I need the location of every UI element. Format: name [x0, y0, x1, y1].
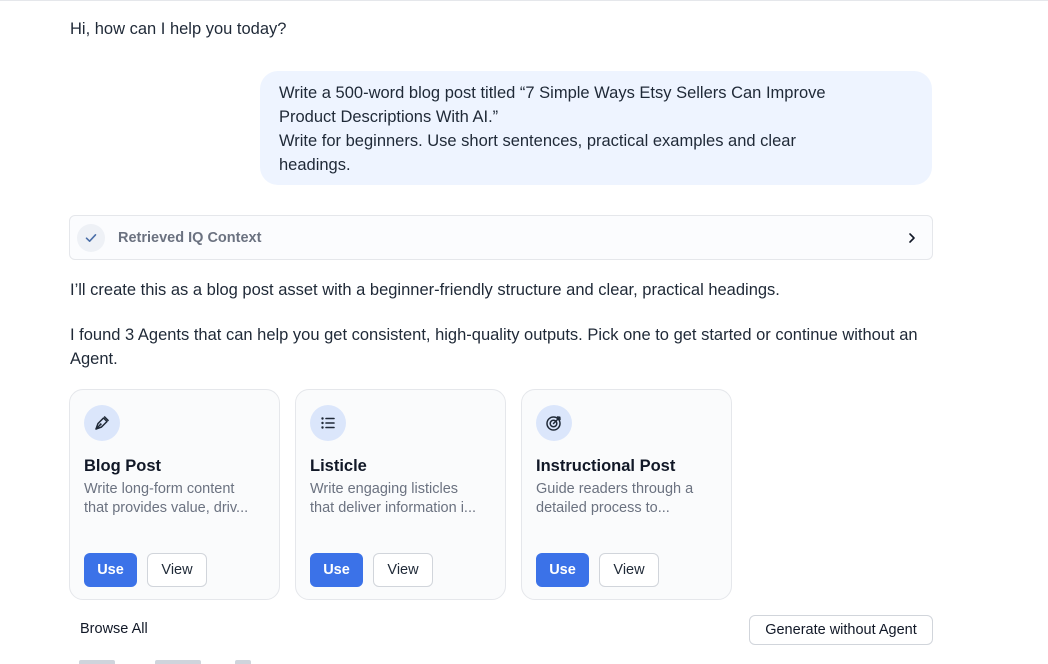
agent-title: Blog Post [84, 457, 161, 475]
retrieved-context-panel[interactable]: Retrieved IQ Context [69, 215, 933, 260]
user-message-line: Product Descriptions With AI.” [279, 108, 499, 126]
agent-card-blog-post: Blog Post Write long-form content that p… [69, 389, 280, 600]
assistant-agents-text: I found 3 Agents that can help you get c… [70, 326, 918, 368]
pen-nib-icon [84, 405, 120, 441]
view-agent-button[interactable]: View [147, 553, 207, 587]
agent-title: Listicle [310, 457, 367, 475]
use-agent-button[interactable]: Use [84, 553, 137, 587]
browse-all-link[interactable]: Browse All [80, 621, 148, 637]
view-agent-button[interactable]: View [599, 553, 659, 587]
user-message-line: headings. [279, 156, 351, 174]
agent-card-listicle: Listicle Write engaging listicles that d… [295, 389, 506, 600]
assistant-greeting: Hi, how can I help you today? [70, 20, 287, 38]
partially-visible-controls [79, 660, 279, 664]
agent-description-line: Write engaging listicles [310, 481, 459, 497]
user-message-line: Write for beginners. Use short sentences… [279, 132, 796, 150]
agent-title: Instructional Post [536, 457, 676, 475]
retrieved-context-label: Retrieved IQ Context [118, 229, 262, 246]
agent-description-line: Write long-form content [84, 481, 235, 497]
check-icon [77, 223, 105, 252]
agent-description-line: that provides value, driv... [84, 500, 249, 516]
agent-description: Write long-form content that provides va… [84, 480, 266, 518]
agent-description-line: Guide readers through a [536, 481, 694, 497]
agent-description: Write engaging listicles that deliver in… [310, 480, 492, 518]
view-agent-button[interactable]: View [373, 553, 433, 587]
chevron-right-icon[interactable] [906, 232, 918, 244]
agent-card-instructional-post: Instructional Post Guide readers through… [521, 389, 732, 600]
top-divider [0, 0, 1048, 1]
partial-control [79, 660, 115, 664]
agent-description-line: that deliver information i... [310, 500, 477, 516]
list-icon [310, 405, 346, 441]
generate-without-agent-button[interactable]: Generate without Agent [749, 615, 933, 645]
agent-description: Guide readers through a detailed process… [536, 480, 718, 518]
agent-description-line: detailed process to... [536, 500, 670, 516]
target-icon [536, 405, 572, 441]
use-agent-button[interactable]: Use [310, 553, 363, 587]
use-agent-button[interactable]: Use [536, 553, 589, 587]
user-message-line: Write a 500-word blog post titled “7 Sim… [279, 84, 826, 102]
partial-control [155, 660, 201, 664]
assistant-response-text: I’ll create this as a blog post asset wi… [70, 281, 780, 299]
partial-control [235, 660, 251, 664]
user-message-bubble: Write a 500-word blog post titled “7 Sim… [260, 71, 932, 185]
